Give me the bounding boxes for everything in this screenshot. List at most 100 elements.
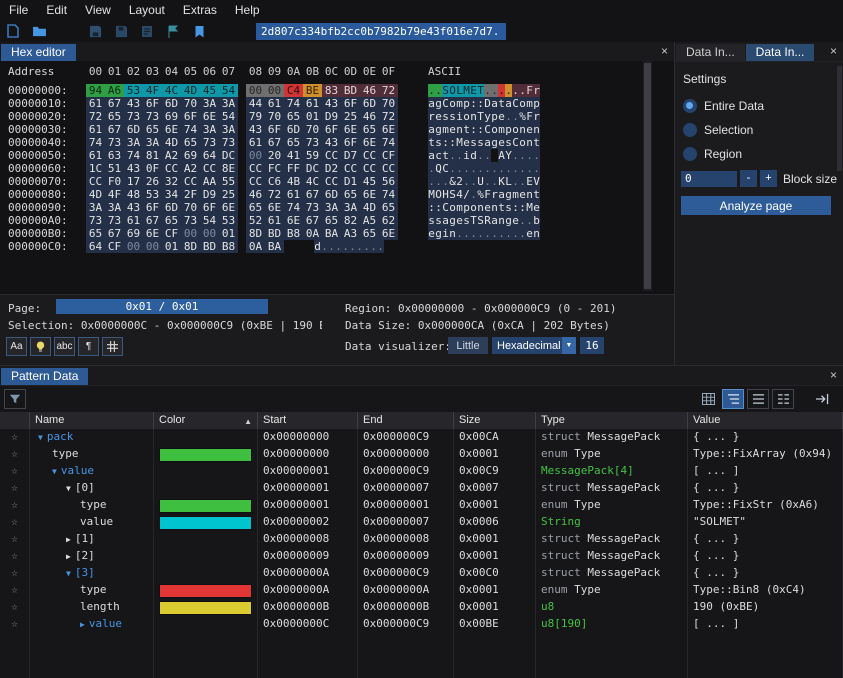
ascii-char[interactable]: r (491, 188, 498, 201)
hex-byte[interactable]: 4F (105, 188, 124, 201)
hex-byte[interactable]: CF (105, 240, 124, 253)
hex-byte[interactable]: 64 (200, 149, 219, 162)
hex-byte[interactable]: 46 (360, 84, 379, 97)
hex-byte[interactable]: D2 (322, 162, 341, 175)
hex-byte[interactable]: 73 (105, 214, 124, 227)
hex-byte[interactable]: 8D (181, 240, 200, 253)
hex-byte[interactable]: 72 (265, 188, 284, 201)
hex-byte[interactable]: BE (303, 84, 322, 97)
ascii-char[interactable]: t (498, 201, 505, 214)
hex-byte[interactable]: 41 (284, 149, 303, 162)
ascii-char[interactable]: n (491, 201, 498, 214)
hex-byte[interactable]: 61 (265, 214, 284, 227)
ascii-char[interactable]: y (484, 110, 491, 123)
hex-byte[interactable]: 65 (284, 110, 303, 123)
hex-byte[interactable]: 73 (105, 136, 124, 149)
hex-byte[interactable]: 00 (124, 240, 143, 253)
ascii-char[interactable]: . (498, 227, 505, 240)
ascii-char[interactable]: C (442, 162, 449, 175)
hex-byte[interactable]: 79 (246, 110, 265, 123)
hex-byte[interactable]: A2 (181, 162, 200, 175)
favorite-star-icon[interactable]: ☆ (11, 464, 18, 477)
ascii-char[interactable]: T (477, 84, 484, 97)
hex-byte[interactable]: 00 (143, 240, 162, 253)
hex-byte[interactable]: 73 (143, 110, 162, 123)
hex-byte[interactable]: 4D (181, 84, 200, 97)
ascii-char[interactable]: . (328, 240, 335, 253)
column-header-size[interactable]: Size (454, 412, 536, 429)
ascii-char[interactable]: . (484, 84, 491, 97)
ascii-char[interactable]: n (449, 227, 456, 240)
ascii-char[interactable]: e (533, 201, 540, 214)
save-as-icon[interactable] (111, 22, 131, 40)
ascii-char[interactable]: S (477, 214, 484, 227)
minus-button[interactable]: - (740, 170, 757, 187)
hex-byte[interactable]: 73 (303, 136, 322, 149)
ascii-char[interactable]: g (435, 227, 442, 240)
hex-byte[interactable]: 6D (322, 188, 341, 201)
ascii-char[interactable]: : (519, 201, 526, 214)
hex-byte[interactable]: 61 (303, 97, 322, 110)
ascii-char[interactable]: r (533, 84, 540, 97)
hex-byte[interactable]: 81 (143, 149, 162, 162)
hex-byte[interactable]: 00 (200, 227, 219, 240)
hex-byte[interactable]: 44 (246, 97, 265, 110)
ascii-char[interactable]: / (463, 188, 470, 201)
ascii-char[interactable]: . (498, 162, 505, 175)
ascii-char[interactable]: n (533, 227, 540, 240)
ascii-char[interactable]: o (470, 201, 477, 214)
menu-help[interactable]: Help (226, 1, 269, 19)
hex-byte[interactable]: F0 (105, 175, 124, 188)
expand-icon[interactable]: ▶ (66, 535, 71, 544)
page-slider[interactable]: 0x01 / 0x01 (56, 299, 268, 314)
save-icon[interactable] (85, 22, 105, 40)
ascii-char[interactable]: a (428, 97, 435, 110)
hex-byte[interactable]: 61 (124, 214, 143, 227)
ascii-char[interactable]: . (519, 162, 526, 175)
ascii-char[interactable]: s (505, 136, 512, 149)
tab-data-information-1[interactable]: Data In... (676, 44, 745, 61)
bookmark-icon[interactable] (189, 22, 209, 40)
ascii-char[interactable]: t (533, 136, 540, 149)
collapse-icon[interactable]: ▼ (38, 433, 43, 442)
hex-byte[interactable]: 6D (124, 123, 143, 136)
hex-byte[interactable]: CC (322, 175, 341, 188)
hex-byte[interactable]: 3A (86, 201, 105, 214)
pattern-row[interactable]: ☆type0x000000010x000000010x0001enum Type… (0, 497, 843, 514)
hex-byte[interactable]: 67 (105, 97, 124, 110)
ascii-char[interactable]: s (435, 214, 442, 227)
ascii-char[interactable]: . (491, 227, 498, 240)
hex-byte[interactable]: 61 (86, 97, 105, 110)
pattern-row[interactable]: ☆value0x000000020x000000070x0006String"S… (0, 514, 843, 531)
ascii-char[interactable]: . (505, 227, 512, 240)
scrollbar-thumb[interactable] (644, 63, 651, 289)
ascii-char[interactable]: e (449, 123, 456, 136)
ascii-char[interactable]: 2 (456, 175, 463, 188)
hex-byte[interactable]: FC (265, 162, 284, 175)
ascii-char[interactable]: % (519, 110, 526, 123)
ascii-char[interactable]: . (498, 84, 505, 97)
ascii-char[interactable]: C (512, 136, 519, 149)
ascii-char[interactable]: . (512, 162, 519, 175)
ascii-char[interactable]: E (470, 84, 477, 97)
hex-byte[interactable]: 20 (265, 149, 284, 162)
hex-byte[interactable]: 3A (219, 97, 238, 110)
ascii-char[interactable]: . (519, 149, 526, 162)
ascii-char[interactable]: . (533, 149, 540, 162)
hex-byte[interactable]: 70 (265, 110, 284, 123)
ascii-char[interactable]: . (463, 162, 470, 175)
hex-byte[interactable]: 00 (181, 227, 200, 240)
ascii-char[interactable]: . (512, 84, 519, 97)
ascii-char[interactable]: . (370, 240, 377, 253)
ascii-char[interactable]: : (449, 136, 456, 149)
ascii-char[interactable]: o (512, 123, 519, 136)
favorite-star-icon[interactable]: ☆ (11, 549, 18, 562)
ascii-char[interactable]: d (470, 149, 477, 162)
ascii-char[interactable]: S (449, 188, 456, 201)
ascii-char[interactable]: s (505, 201, 512, 214)
hex-byte[interactable]: A3 (341, 227, 360, 240)
hex-byte[interactable]: 6E (265, 201, 284, 214)
ascii-char[interactable]: e (428, 227, 435, 240)
hex-byte[interactable]: 4C (162, 84, 181, 97)
favorite-star-icon[interactable]: ☆ (11, 617, 18, 630)
